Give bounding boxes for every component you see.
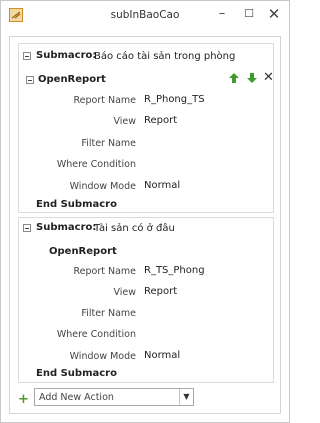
add-new-action-placeholder: Add New Action (39, 392, 114, 403)
action-1-name: OpenReport (38, 74, 106, 85)
collapse-submacro-1-toggle[interactable] (23, 52, 31, 60)
arg-value-view[interactable]: Report (144, 286, 177, 297)
submacro-2-name[interactable]: Tài sản có ở đâu (94, 223, 175, 234)
submacro-block-1: Submacro: Báo cáo tài sản trong phòng Op… (18, 43, 274, 213)
end-submacro-2: End Submacro (36, 368, 117, 379)
title-bar: subInBaoCao – ☐ ✕ (1, 1, 289, 29)
macro-designer: Submacro: Báo cáo tài sản trong phòng Op… (9, 36, 281, 414)
submacro-block-2: Submacro: Tài sản có ở đâu OpenReport Re… (18, 217, 274, 383)
arg-value-report-name[interactable]: R_TS_Phong (144, 265, 205, 276)
submacro-1-name[interactable]: Báo cáo tài sản trong phòng (94, 51, 235, 62)
arg-label-report-name: Report Name (73, 266, 136, 277)
arg-value-window-mode[interactable]: Normal (144, 180, 180, 191)
arg-label-window-mode: Window Mode (69, 351, 136, 362)
arg-value-window-mode[interactable]: Normal (144, 350, 180, 361)
macro-window: subInBaoCao – ☐ ✕ Submacro: Báo cáo tài … (0, 0, 290, 423)
openreport-action-row-1[interactable]: OpenReport ✕ (26, 70, 274, 88)
arg-label-view: View (113, 287, 136, 298)
add-new-action-combobox[interactable]: Add New Action ▼ (34, 388, 194, 406)
arg-label-filter-name: Filter Name (81, 138, 136, 149)
collapse-action-1-toggle[interactable] (26, 76, 34, 84)
arg-label-where-condition: Where Condition (56, 159, 136, 170)
arg-label-view: View (113, 116, 136, 127)
action-2-name[interactable]: OpenReport (49, 246, 117, 257)
move-up-icon[interactable] (228, 72, 240, 84)
arg-label-where-condition: Where Condition (56, 329, 136, 340)
collapse-submacro-2-toggle[interactable] (23, 224, 31, 232)
move-down-icon[interactable] (246, 72, 258, 84)
arg-label-filter-name: Filter Name (81, 308, 136, 319)
arg-value-view[interactable]: Report (144, 115, 177, 126)
arg-label-window-mode: Window Mode (69, 181, 136, 192)
chevron-down-icon[interactable]: ▼ (179, 389, 193, 405)
delete-action-icon[interactable]: ✕ (263, 70, 274, 85)
arg-value-report-name[interactable]: R_Phong_TS (144, 94, 205, 105)
submacro-2-keyword: Submacro: (36, 222, 97, 233)
arg-label-report-name: Report Name (73, 95, 136, 106)
add-action-plus-icon: + (18, 392, 29, 407)
minimize-button[interactable]: – (211, 5, 233, 23)
end-submacro-1: End Submacro (36, 199, 117, 210)
close-window-button[interactable]: ✕ (263, 5, 285, 23)
submacro-1-keyword: Submacro: (36, 50, 97, 61)
maximize-button[interactable]: ☐ (238, 5, 260, 23)
